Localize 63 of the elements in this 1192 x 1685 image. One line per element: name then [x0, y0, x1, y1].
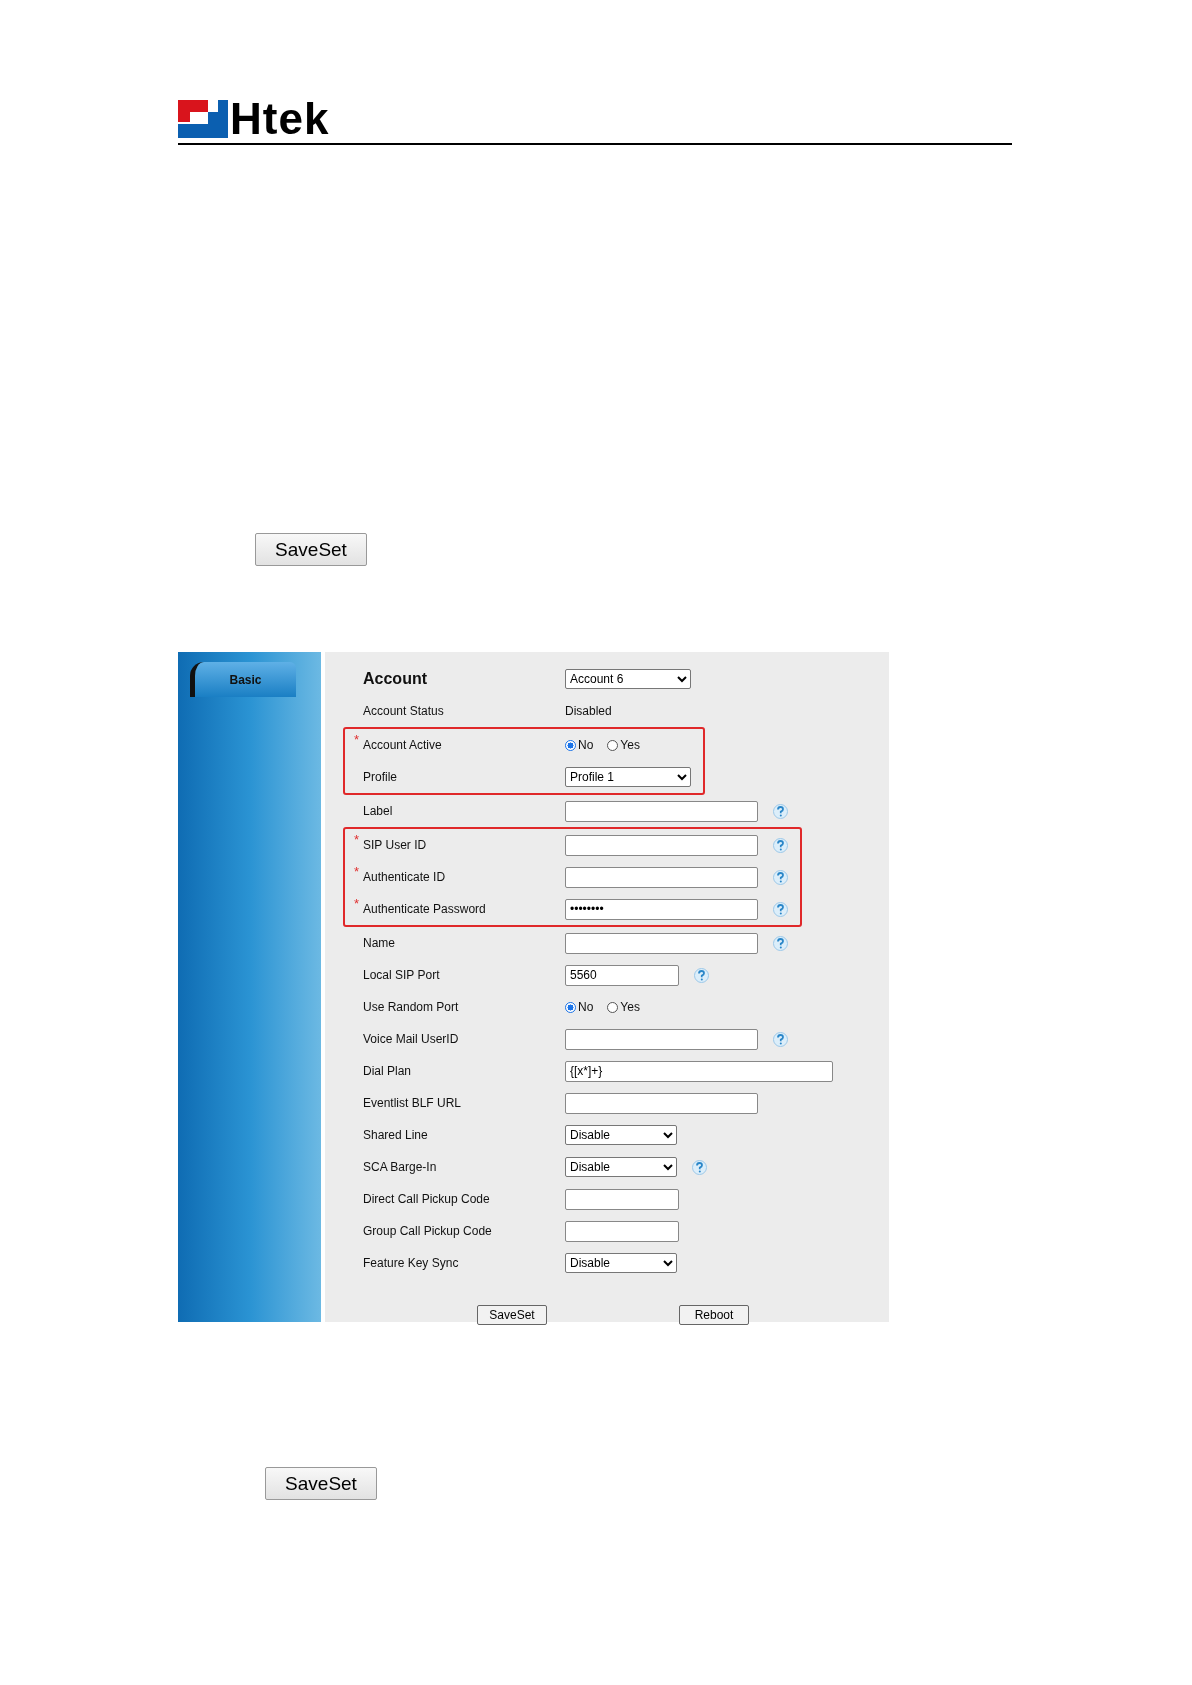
radio-label: No — [578, 1000, 594, 1014]
required-mark: * — [354, 832, 360, 847]
field-label: Dial Plan — [363, 1064, 412, 1078]
radio-button[interactable] — [607, 1001, 619, 1013]
field-label: Feature Key Sync — [363, 1256, 459, 1270]
saveset-button[interactable]: SaveSet — [255, 533, 367, 566]
status-value: Disabled — [565, 704, 612, 718]
section-title: Account — [363, 670, 427, 687]
input-field[interactable]: 5560 — [565, 964, 679, 986]
sidebar-tab[interactable]: Basic — [190, 662, 296, 697]
input-field[interactable] — [565, 834, 758, 856]
input-field[interactable]: •••••••• — [565, 898, 758, 920]
input-field[interactable] — [565, 1028, 758, 1050]
input-field[interactable]: {[x*]+} — [565, 1060, 833, 1082]
field-label: Direct Call Pickup Code — [363, 1192, 490, 1206]
saveset-button[interactable]: SaveSet — [265, 1467, 377, 1500]
field-label: Account Active — [363, 738, 442, 752]
radio-button[interactable] — [607, 739, 619, 751]
radio-label: No — [578, 738, 594, 752]
required-mark: * — [354, 732, 360, 747]
radio-label: Yes — [620, 738, 640, 752]
field-label: Authenticate Password — [363, 902, 486, 916]
input-field[interactable] — [565, 1188, 679, 1210]
help-icon[interactable] — [773, 869, 788, 885]
input-field[interactable] — [565, 866, 758, 888]
logo-text: Htek — [230, 100, 330, 138]
field-label: Shared Line — [363, 1128, 428, 1142]
required-mark: * — [354, 864, 360, 879]
field-label: Name — [363, 936, 395, 950]
field-label: Profile — [363, 770, 397, 784]
help-icon[interactable] — [692, 1159, 707, 1175]
required-mark: * — [354, 896, 360, 911]
field-label: Group Call Pickup Code — [363, 1224, 492, 1238]
field-label: Authenticate ID — [363, 870, 446, 884]
input-field[interactable] — [565, 1092, 758, 1114]
logo-icon — [178, 100, 228, 138]
input-field[interactable] — [565, 932, 758, 954]
field-label: SCA Barge-In — [363, 1160, 437, 1174]
help-icon[interactable] — [694, 967, 709, 983]
field-label: Local SIP Port — [363, 968, 440, 982]
field-label: Label — [363, 804, 393, 818]
radio-label: Yes — [620, 1000, 640, 1014]
help-icon[interactable] — [773, 935, 788, 951]
help-icon[interactable] — [773, 803, 788, 819]
dropdown[interactable]: Disable — [565, 1253, 677, 1273]
input-field[interactable] — [565, 1220, 679, 1242]
field-label: Eventlist BLF URL — [363, 1096, 462, 1110]
account-dropdown[interactable]: Account 6 — [565, 669, 691, 689]
input-field[interactable] — [565, 800, 758, 822]
help-icon[interactable] — [773, 901, 788, 917]
help-icon[interactable] — [773, 1031, 788, 1047]
help-icon[interactable] — [773, 837, 788, 853]
panel-button[interactable]: SaveSet — [477, 1305, 547, 1325]
field-label: SIP User ID — [363, 838, 427, 852]
dropdown[interactable]: Profile 1 — [565, 767, 691, 787]
panel-button[interactable]: Reboot — [679, 1305, 749, 1325]
dropdown[interactable]: Disable — [565, 1125, 677, 1145]
radio-button[interactable] — [565, 1001, 576, 1013]
field-label: Voice Mail UserID — [363, 1032, 459, 1046]
dropdown[interactable]: Disable — [565, 1157, 677, 1177]
radio-button[interactable] — [565, 739, 576, 751]
field-label: Account Status — [363, 704, 444, 718]
field-label: Use Random Port — [363, 1000, 459, 1014]
